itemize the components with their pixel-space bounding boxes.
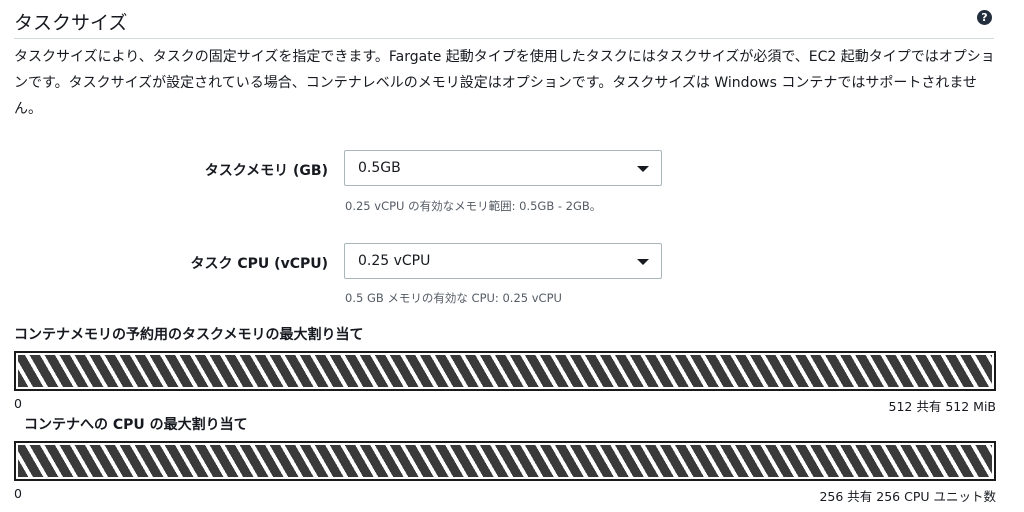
- section-header: タスクサイズ ?: [14, 6, 994, 39]
- cpu-allocation-min: 0: [14, 486, 22, 501]
- cpu-allocation-title: コンテナへの CPU の最大割り当て: [24, 417, 248, 433]
- task-memory-label: タスクメモリ (GB): [204, 163, 328, 179]
- task-cpu-value: 0.25 vCPU: [358, 253, 431, 269]
- task-memory-hint: 0.25 vCPU の有効なメモリ範囲: 0.5GB - 2GB。: [345, 199, 602, 213]
- caret-down-icon: [637, 259, 649, 265]
- help-icon[interactable]: ?: [977, 10, 992, 25]
- memory-allocation-fill: [18, 355, 992, 387]
- task-memory-value: 0.5GB: [358, 160, 401, 176]
- task-cpu-label: タスク CPU (vCPU): [190, 256, 328, 272]
- memory-allocation-bar: [14, 351, 996, 391]
- task-cpu-select[interactable]: 0.25 vCPU: [344, 243, 662, 279]
- cpu-allocation-fill: [18, 445, 992, 477]
- section-description: タスクサイズにより、タスクの固定サイズを指定できます。Fargate 起動タイプ…: [14, 49, 995, 117]
- section-title: タスクサイズ: [14, 12, 128, 34]
- task-cpu-hint: 0.5 GB メモリの有効な CPU: 0.25 vCPU: [345, 291, 562, 305]
- cpu-allocation-max: 256 共有 256 CPU ユニット数: [819, 489, 996, 504]
- memory-allocation-max: 512 共有 512 MiB: [888, 399, 996, 414]
- caret-down-icon: [637, 166, 649, 172]
- cpu-allocation-bar: [14, 441, 996, 481]
- task-memory-select[interactable]: 0.5GB: [344, 150, 662, 186]
- memory-allocation-title: コンテナメモリの予約用のタスクメモリの最大割り当て: [14, 327, 364, 343]
- memory-allocation-min: 0: [14, 396, 22, 411]
